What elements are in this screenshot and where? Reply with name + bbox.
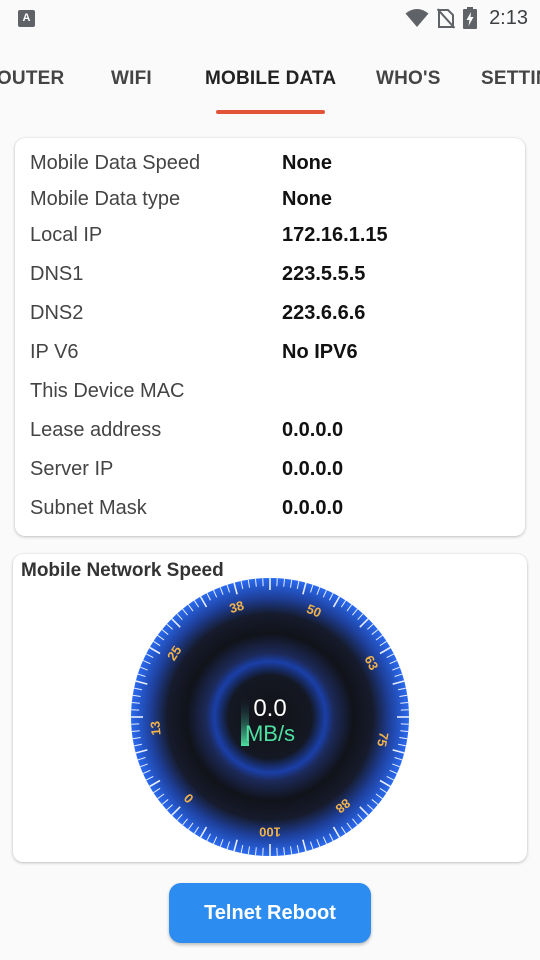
tab-wifi[interactable]: WIFI <box>111 68 152 90</box>
tab-bar: ROUTER WIFI MOBILE DATA WHO'S SETTINGS <box>0 52 540 116</box>
tab-whos[interactable]: WHO'S <box>376 68 441 90</box>
info-row-subnet-mask: Subnet Mask 0.0.0.0 <box>15 497 525 529</box>
status-bar: A 2:13 <box>0 0 540 36</box>
info-row-lease-address: Lease address 0.0.0.0 <box>15 419 525 451</box>
info-label: DNS1 <box>30 263 84 285</box>
info-label: IP V6 <box>30 341 79 363</box>
battery-charging-icon <box>463 7 478 29</box>
info-label: Server IP <box>30 458 114 480</box>
gauge-scale-label: 13 <box>147 720 163 736</box>
wifi-icon <box>405 9 429 27</box>
info-value: 223.6.6.6 <box>282 302 366 324</box>
gauge-scale-label: 100 <box>259 825 281 840</box>
info-value: None <box>282 152 332 174</box>
info-row-dns1: DNS1 223.5.5.5 <box>15 263 525 295</box>
info-row-ipv6: IP V6 No IPV6 <box>15 341 525 373</box>
notification-icon: A <box>18 9 35 27</box>
info-label: Lease address <box>30 419 162 441</box>
info-label: Mobile Data type <box>30 188 181 210</box>
info-row-mobile-data-speed: Mobile Data Speed None <box>15 152 525 184</box>
info-label: DNS2 <box>30 302 84 324</box>
speed-gauge: 0132538 50637588100 0.0 MB/s <box>131 578 409 856</box>
speed-unit: MB/s <box>245 721 295 746</box>
active-tab-indicator <box>216 110 325 114</box>
info-label: Subnet Mask <box>30 497 147 519</box>
info-row-device-mac: This Device MAC <box>15 380 525 412</box>
no-sim-icon <box>437 8 456 29</box>
info-row-mobile-data-type: Mobile Data type None <box>15 188 525 220</box>
info-row-server-ip: Server IP 0.0.0.0 <box>15 458 525 490</box>
info-value: 0.0.0.0 <box>282 458 344 480</box>
clock: 2:13 <box>489 6 528 29</box>
network-speed-card: Mobile Network Speed 0 13 25 38 50 63 75 88 100 … <box>13 554 527 862</box>
info-value: 0.0.0.0 <box>282 497 344 519</box>
tab-settings[interactable]: SETTINGS <box>481 68 540 90</box>
tab-router[interactable]: ROUTER <box>0 68 64 90</box>
info-row-local-ip: Local IP 172.16.1.15 <box>15 224 525 256</box>
telnet-reboot-button[interactable]: Telnet Reboot <box>169 883 371 943</box>
info-value: 223.5.5.5 <box>282 263 366 285</box>
info-label: This Device MAC <box>30 380 185 402</box>
info-label: Mobile Data Speed <box>30 152 201 174</box>
mobile-data-info-card: Mobile Data Speed None Mobile Data type … <box>15 138 525 536</box>
gauge-scale-label: 75 <box>374 731 392 748</box>
info-value: No IPV6 <box>282 341 358 363</box>
info-value: 0.0.0.0 <box>282 419 344 441</box>
tab-mobile-data[interactable]: MOBILE DATA <box>205 68 336 90</box>
info-row-dns2: DNS2 223.6.6.6 <box>15 302 525 334</box>
info-value: None <box>282 188 332 210</box>
speed-value: 0.0 <box>253 695 286 722</box>
info-value: 172.16.1.15 <box>282 224 388 246</box>
info-label: Local IP <box>30 224 103 246</box>
